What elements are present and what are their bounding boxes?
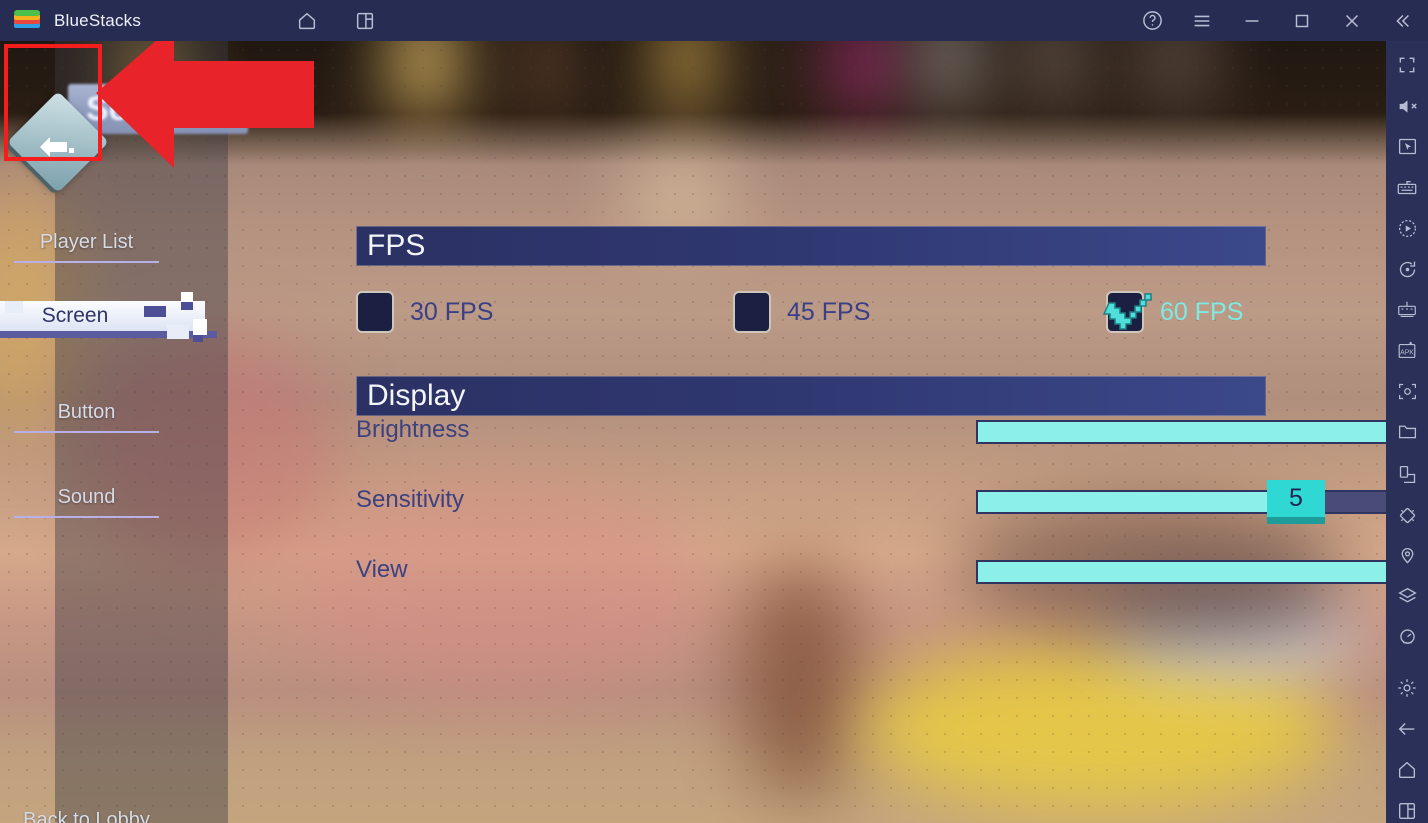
menu-item-player-list[interactable]: Player List xyxy=(0,219,173,265)
checkmark-icon xyxy=(1103,293,1152,330)
slider-fill-sensitivity xyxy=(978,492,1295,512)
annotation-highlight-box xyxy=(4,44,102,161)
layers-icon[interactable] xyxy=(1386,585,1428,610)
slider-row-sensitivity: Sensitivity 5 xyxy=(356,480,1386,524)
fps-option-60[interactable]: 60 FPS xyxy=(1103,291,1244,333)
cursor-pointer-icon[interactable] xyxy=(1386,134,1428,159)
menu-item-button[interactable]: Button xyxy=(0,389,173,435)
menu-item-label: Player List xyxy=(39,230,134,253)
svg-text:APK: APK xyxy=(1400,349,1414,356)
slider-knob-sensitivity[interactable]: 5 xyxy=(1267,480,1325,524)
macro-play-icon[interactable] xyxy=(1386,216,1428,241)
rotate-icon[interactable] xyxy=(1386,257,1428,282)
section-title: FPS xyxy=(367,229,426,262)
menu-item-label: Button xyxy=(57,400,116,423)
recents-icon[interactable] xyxy=(1386,798,1428,823)
slider-label-view: View xyxy=(356,556,408,583)
menu-item-label: Screen xyxy=(41,304,109,327)
slider-label-brightness: Brightness xyxy=(356,416,470,443)
menu-item-back-to-lobby[interactable]: Back to Lobby xyxy=(0,797,173,823)
bluestacks-window: BlueStacks Player List Button Sound Back… xyxy=(0,0,1428,823)
fullscreen-icon[interactable] xyxy=(1386,53,1428,78)
screen-split-icon[interactable] xyxy=(1386,462,1428,487)
section-title: Display xyxy=(367,379,466,412)
menu-item-screen[interactable]: Screen xyxy=(0,292,228,342)
home-icon[interactable] xyxy=(289,5,325,37)
minimize-icon[interactable] xyxy=(1234,5,1270,37)
bluestacks-logo-icon xyxy=(14,8,40,34)
slider-row-view: View 7 xyxy=(356,550,1386,590)
help-icon[interactable] xyxy=(1134,5,1170,37)
multi-instance-icon[interactable] xyxy=(347,5,383,37)
shake-icon[interactable] xyxy=(1386,503,1428,528)
settings-gear-icon[interactable] xyxy=(1386,676,1428,701)
title-bar: BlueStacks xyxy=(0,0,1428,41)
keyboard-controls-icon[interactable] xyxy=(1386,175,1428,200)
maximize-icon[interactable] xyxy=(1284,5,1320,37)
install-apk-icon[interactable]: APK xyxy=(1386,338,1428,363)
fps-option-30[interactable]: 30 FPS xyxy=(356,291,493,333)
slider-track-view[interactable]: 7 xyxy=(976,560,1386,584)
menu-item-label: Sound xyxy=(57,485,116,508)
fps-options-row: 30 FPS 45 FPS 60 FPS xyxy=(356,291,1266,339)
bluestacks-sidebar: APK xyxy=(1386,41,1428,823)
app-title: BlueStacks xyxy=(54,10,142,30)
home-icon[interactable] xyxy=(1386,757,1428,782)
slider-row-brightness: Brightness 10 xyxy=(356,410,1386,450)
menu-item-sound[interactable]: Sound xyxy=(0,474,173,520)
checkbox-60fps[interactable] xyxy=(1103,291,1152,333)
back-arrow-icon[interactable] xyxy=(1386,717,1428,742)
annotation-arrow-icon xyxy=(96,25,314,168)
fps-label-30: 30 FPS xyxy=(410,297,494,326)
media-folder-icon[interactable] xyxy=(1386,420,1428,445)
menu-item-label: Back to Lobby xyxy=(23,808,150,823)
mute-icon[interactable] xyxy=(1386,94,1428,119)
close-icon[interactable] xyxy=(1334,5,1370,37)
collapse-sidebar-icon[interactable] xyxy=(1384,5,1420,37)
checkbox-30fps[interactable] xyxy=(356,291,394,333)
slider-track-sensitivity[interactable]: 5 xyxy=(976,480,1386,524)
hamburger-menu-icon[interactable] xyxy=(1184,5,1220,37)
slider-track-brightness[interactable]: 10 xyxy=(976,420,1386,444)
section-header-fps: FPS xyxy=(356,226,1266,266)
gamepad-meter-icon[interactable] xyxy=(1386,625,1428,650)
slider-fill-brightness xyxy=(978,422,1386,442)
fps-label-60: 60 FPS xyxy=(1160,297,1244,326)
location-icon[interactable] xyxy=(1386,544,1428,569)
screenshot-icon[interactable] xyxy=(1386,379,1428,404)
fps-label-45: 45 FPS xyxy=(787,297,871,326)
fps-option-45[interactable]: 45 FPS xyxy=(733,291,870,333)
slider-fill-view xyxy=(978,562,1386,582)
multi-instance-sync-icon[interactable] xyxy=(1386,297,1428,322)
slider-label-sensitivity: Sensitivity xyxy=(356,486,465,513)
checkbox-45fps[interactable] xyxy=(733,291,771,333)
